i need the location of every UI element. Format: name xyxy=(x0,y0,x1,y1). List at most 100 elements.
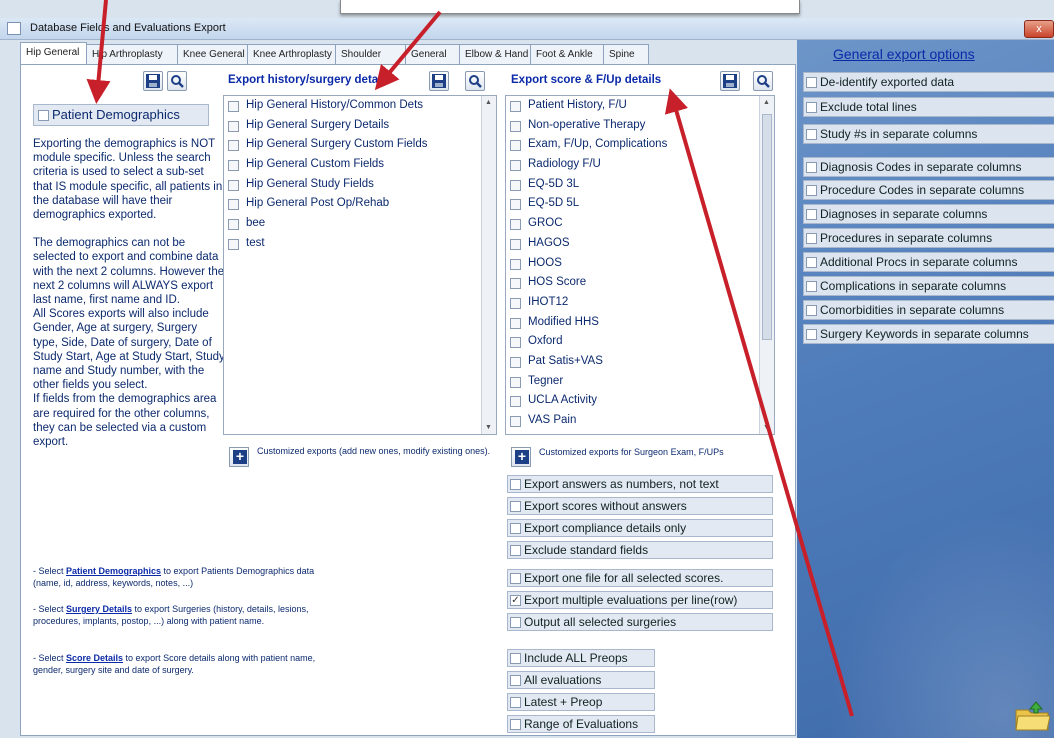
checkmark-icon[interactable]: ✓ xyxy=(510,595,521,606)
range-of-evaluations-option[interactable]: Range of Evaluations xyxy=(507,715,655,733)
deidentify-option[interactable]: De-identify exported data xyxy=(803,72,1054,92)
exclude-standard-fields-option[interactable]: Exclude standard fields xyxy=(507,541,773,559)
tab-knee-arthroplasty[interactable]: Knee Arthroplasty xyxy=(247,44,336,64)
tab-panel: Patient Demographics Exporting the demog… xyxy=(20,64,796,736)
tab-elbow-hand[interactable]: Elbow & Hand xyxy=(459,44,531,64)
export-scores-without-answers-option[interactable]: Export scores without answers xyxy=(507,497,773,515)
history-custom-export-button[interactable]: + xyxy=(229,447,249,467)
tab-foot-ankle[interactable]: Foot & Ankle xyxy=(530,44,604,64)
checkbox-box[interactable] xyxy=(38,110,49,121)
list-item[interactable]: Modified HHS xyxy=(506,313,774,333)
list-item[interactable]: Patient History, F/U xyxy=(506,96,774,116)
list-item[interactable]: VAS Pain xyxy=(506,411,774,431)
demographics-search-button[interactable] xyxy=(167,71,187,91)
add-icon: + xyxy=(515,449,529,464)
score-save-button[interactable] xyxy=(720,71,740,91)
list-item[interactable]: HOS Score xyxy=(506,273,774,293)
procedures-option[interactable]: Procedures in separate columns xyxy=(803,228,1054,248)
latest-preop-option[interactable]: Latest + Preop xyxy=(507,693,655,711)
export-compliance-option[interactable]: Export compliance details only xyxy=(507,519,773,537)
history-list[interactable]: Hip General History/Common Dets Hip Gene… xyxy=(223,95,497,435)
score-list[interactable]: Patient History, F/U Non-operative Thera… xyxy=(505,95,775,435)
list-item[interactable]: GROC xyxy=(506,214,774,234)
history-save-button[interactable] xyxy=(429,71,449,91)
list-item[interactable]: Hip General Post Op/Rehab xyxy=(224,194,496,214)
history-search-button[interactable] xyxy=(465,71,485,91)
save-icon xyxy=(723,74,737,88)
score-scrollbar[interactable]: ▲ ▼ xyxy=(759,96,774,434)
score-custom-export-button[interactable]: + xyxy=(511,447,531,467)
procedure-codes-option[interactable]: Procedure Codes in separate columns xyxy=(803,180,1054,200)
folder-icon[interactable] xyxy=(1014,700,1050,732)
list-item[interactable]: Radiology F/U xyxy=(506,155,774,175)
save-icon xyxy=(432,74,446,88)
app-icon xyxy=(7,22,21,35)
description-paragraph: The demographics can not be selected to … xyxy=(33,237,225,307)
tab-hip-general[interactable]: Hip General xyxy=(20,42,87,64)
list-item[interactable]: HOOS xyxy=(506,254,774,274)
list-item[interactable]: Exam, F/Up, Complications xyxy=(506,135,774,155)
score-search-button[interactable] xyxy=(753,71,773,91)
general-options-heading[interactable]: General export options xyxy=(833,46,975,62)
list-item[interactable]: EQ-5D 3L xyxy=(506,175,774,195)
help-link-score[interactable]: Score Details xyxy=(66,653,123,663)
tab-general[interactable]: General xyxy=(405,44,460,64)
window-title: Database Fields and Evaluations Export xyxy=(30,22,226,34)
export-one-file-option[interactable]: Export one file for all selected scores. xyxy=(507,569,773,587)
diagnosis-codes-option[interactable]: Diagnosis Codes in separate columns xyxy=(803,157,1054,177)
list-item[interactable]: Pat Satis+VAS xyxy=(506,352,774,372)
help-link-surgery[interactable]: Surgery Details xyxy=(66,604,132,614)
all-evaluations-option[interactable]: All evaluations xyxy=(507,671,655,689)
export-multiple-evaluations-option[interactable]: ✓ Export multiple evaluations per line(ro… xyxy=(507,591,773,609)
scroll-up-icon[interactable]: ▲ xyxy=(763,99,770,106)
general-options-pane: General export options De-identify expor… xyxy=(797,40,1054,738)
score-column-heading: Export score & F/Up details xyxy=(511,74,662,86)
help-demographics: - Select Patient Demographics to export … xyxy=(33,566,315,588)
output-all-surgeries-option[interactable]: Output all selected surgeries xyxy=(507,613,773,631)
scroll-thumb[interactable] xyxy=(762,114,772,340)
list-item[interactable]: IHOT12 xyxy=(506,293,774,313)
include-all-preops-option[interactable]: Include ALL Preops xyxy=(507,649,655,667)
help-link-demographics[interactable]: Patient Demographics xyxy=(66,566,161,576)
list-item[interactable]: EQ-5D 5L xyxy=(506,194,774,214)
export-answers-numbers-option[interactable]: Export answers as numbers, not text xyxy=(507,475,773,493)
scroll-down-icon[interactable]: ▼ xyxy=(485,424,492,431)
description-paragraph: If fields from the demographics area are… xyxy=(33,393,217,449)
list-item[interactable]: Hip General Surgery Details xyxy=(224,116,496,136)
list-item[interactable]: Tegner xyxy=(506,372,774,392)
patient-demographics-label: Patient Demographics xyxy=(52,107,180,122)
tab-hip-arthroplasty[interactable]: Hip Arthroplasty xyxy=(86,44,178,64)
close-button[interactable]: x xyxy=(1024,20,1054,38)
title-bar: Database Fields and Evaluations Export x xyxy=(0,18,1054,40)
list-item[interactable]: Oxford xyxy=(506,332,774,352)
list-item[interactable]: Hip General Study Fields xyxy=(224,175,496,195)
list-item[interactable]: test xyxy=(224,234,496,254)
list-item[interactable]: HAGOS xyxy=(506,234,774,254)
score-custom-export-text: Customized exports for Surgeon Exam, F/U… xyxy=(539,447,724,457)
history-scrollbar[interactable]: ▲ ▼ xyxy=(481,96,496,434)
patient-demographics-checkbox[interactable]: Patient Demographics xyxy=(33,104,209,126)
tab-knee-general[interactable]: Knee General xyxy=(177,44,248,64)
scroll-down-icon[interactable]: ▼ xyxy=(763,424,770,431)
help-surgery: - Select Surgery Details to export Surge… xyxy=(33,604,309,626)
tab-spine[interactable]: Spine xyxy=(603,44,649,64)
scroll-up-icon[interactable]: ▲ xyxy=(485,99,492,106)
diagnoses-option[interactable]: Diagnoses in separate columns xyxy=(803,204,1054,224)
comorbidities-option[interactable]: Comorbidities in separate columns xyxy=(803,300,1054,320)
list-item[interactable]: Non-operative Therapy xyxy=(506,116,774,136)
list-item[interactable]: Hip General History/Common Dets xyxy=(224,96,496,116)
search-icon xyxy=(469,75,482,88)
search-icon xyxy=(171,75,184,88)
study-numbers-option[interactable]: Study #s in separate columns xyxy=(803,124,1054,144)
exclude-total-lines-option[interactable]: Exclude total lines xyxy=(803,97,1054,117)
list-item[interactable]: UCLA Activity xyxy=(506,391,774,411)
demographics-save-button[interactable] xyxy=(143,71,163,91)
add-icon: + xyxy=(233,449,247,464)
tab-shoulder[interactable]: Shoulder xyxy=(335,44,406,64)
list-item[interactable]: Hip General Surgery Custom Fields xyxy=(224,135,496,155)
list-item[interactable]: bee xyxy=(224,214,496,234)
complications-option[interactable]: Complications in separate columns xyxy=(803,276,1054,296)
list-item[interactable]: Hip General Custom Fields xyxy=(224,155,496,175)
surgery-keywords-option[interactable]: Surgery Keywords in separate columns xyxy=(803,324,1054,344)
additional-procs-option[interactable]: Additional Procs in separate columns xyxy=(803,252,1054,272)
